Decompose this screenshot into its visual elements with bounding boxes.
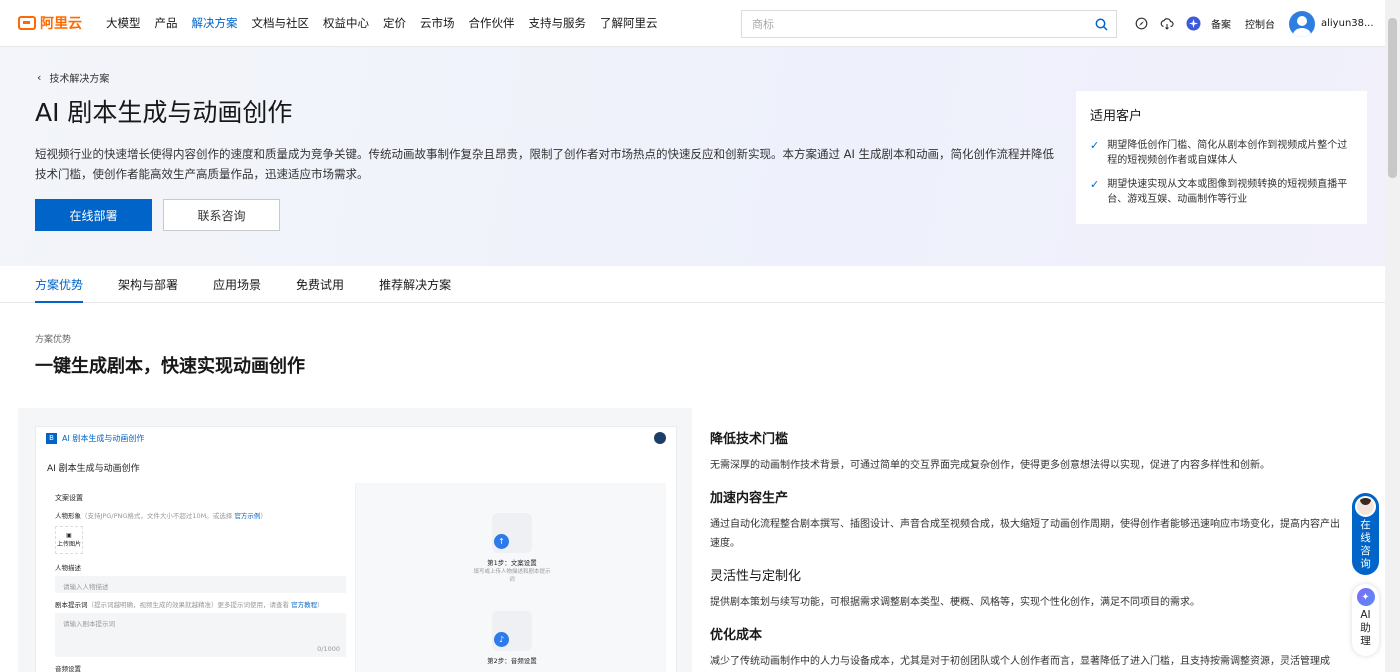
online-consult-label: 在线咨询 (1360, 519, 1371, 570)
agent-avatar-icon (1355, 496, 1376, 517)
tab-free-trial[interactable]: 免费试用 (296, 266, 344, 302)
feature-title: 降低技术门槛 (710, 432, 789, 447)
ai-sparkle-icon[interactable] (1185, 16, 1201, 32)
page-title: AI 剧本生成与动画创作 (35, 98, 293, 127)
desc-field-label: 人物描述 (55, 564, 81, 572)
nav-item-solutions[interactable]: 解决方案 (192, 15, 238, 31)
search-box (741, 10, 1117, 38)
app-heading: AI 剧本生成与动画创作 (47, 464, 140, 474)
app-screenshot: B AI 剧本生成与动画创作 AI 剧本生成与动画创作 文案设置 人物形象（支持… (35, 426, 677, 672)
nav-item-partners[interactable]: 合作伙伴 (469, 15, 515, 31)
hero-description: 短视频行业的快速增长使得内容创作的速度和质量成为竞争关键。传统动画故事制作复杂且… (35, 147, 1055, 181)
feature-title: 优化成本 (710, 628, 763, 643)
cloud-sync-icon[interactable] (1159, 16, 1175, 32)
app-titlebar: B AI 剧本生成与动画创作 (36, 427, 676, 449)
online-consult-button[interactable]: 在线咨询 (1352, 493, 1379, 575)
nav-item-products[interactable]: 产品 (155, 15, 178, 31)
nav-item-benefits[interactable]: 权益中心 (323, 15, 369, 31)
nav-item-pricing[interactable]: 定价 (383, 15, 406, 31)
console-link[interactable]: 控制台 (1245, 16, 1275, 31)
scrollbar-thumb[interactable] (1388, 18, 1397, 178)
form-title: 文案设置 (55, 494, 83, 502)
breadcrumb-label: 技术解决方案 (49, 74, 110, 85)
nav-item-models[interactable]: 大模型 (106, 15, 141, 31)
customer-text: 期望降低创作门槛、简化从剧本创作到视频成片整个过程的短视频创作者或自媒体人 (1107, 140, 1348, 166)
breadcrumb[interactable]: ‹ 技术解决方案 (37, 70, 109, 85)
char-counter: 0/1000 (317, 645, 340, 653)
nav-item-support[interactable]: 支持与服务 (529, 15, 587, 31)
feature-title: 灵活性与定制化 (710, 569, 802, 584)
tab-architecture[interactable]: 架构与部署 (118, 266, 178, 302)
nav-item-docs[interactable]: 文档与社区 (252, 15, 310, 31)
ai-assistant-button[interactable]: ✦ AI 助理 (1352, 584, 1379, 656)
step-2: ♪ 第2步：音频设置 (472, 611, 552, 665)
desc-input: 请输入人物描述 (55, 576, 346, 593)
feature-title: 加速内容生产 (710, 491, 789, 506)
tab-recommended[interactable]: 推荐解决方案 (379, 266, 451, 302)
section-label: 方案优势 (35, 335, 72, 345)
prompt-textarea: 请输入剧本提示词 0/1000 (55, 613, 346, 657)
feature-text: 减少了传统动画制作中的人力与设备成本，尤其是对于初创团队或个人创作者而言，显著降… (710, 656, 1330, 667)
app-name: AI 剧本生成与动画创作 (62, 433, 145, 443)
beian-link[interactable]: 备案 (1211, 16, 1231, 31)
avatar-field-label: 人物形象（支持JPG/PNG格式，文件大小不超过10M。或选择 官方示例） (55, 512, 267, 520)
image-icon: ▣ (66, 532, 72, 539)
section-tabs: 方案优势 架构与部署 应用场景 免费试用 推荐解决方案 (0, 266, 1385, 303)
logo-icon (18, 16, 36, 30)
features-list: 降低技术门槛 无需深厚的动画制作技术背景，可通过简单的交互界面完成复杂创作，使得… (692, 408, 1367, 672)
username[interactable]: aliyun38... (1321, 18, 1374, 29)
tab-advantages[interactable]: 方案优势 (35, 266, 84, 303)
check-icon: ✓ (1090, 178, 1100, 191)
compass-icon[interactable] (1133, 16, 1149, 32)
customer-item: ✓ 期望降低创作门槛、简化从剧本创作到视频成片整个过程的短视频创作者或自媒体人 (1090, 138, 1353, 168)
aliyun-logo[interactable]: 阿里云 (18, 13, 88, 33)
page-scrollbar[interactable] (1385, 0, 1400, 672)
nav-item-about[interactable]: 了解阿里云 (600, 15, 658, 31)
target-customers-card: 适用客户 ✓ 期望降低创作门槛、简化从剧本创作到视频成片整个过程的短视频创作者或… (1076, 91, 1367, 224)
deploy-button[interactable]: 在线部署 (35, 199, 152, 231)
customer-text: 期望快速实现从文本或图像到视频转换的短视频直播平台、游戏互娱、动画制作等行业 (1107, 179, 1348, 205)
section-title: 一键生成剧本，快速实现动画创作 (35, 356, 305, 377)
customer-item: ✓ 期望快速实现从文本或图像到视频转换的短视频直播平台、游戏互娱、动画制作等行业 (1090, 177, 1353, 207)
feature-text: 无需深厚的动画制作技术背景，可通过简单的交互界面完成复杂创作，使得更多创意想法得… (710, 460, 1270, 471)
upload-image-button: ▣ 上传图片 (55, 526, 83, 554)
feature-text: 提供剧本策划与续写功能，可根据需求调整剧本类型、梗概、风格等，实现个性化创作，满… (710, 597, 1200, 608)
app-form: 文案设置 人物形象（支持JPG/PNG格式，文件大小不超过10M。或选择 官方示… (46, 483, 356, 672)
feature-text: 通过自动化流程整合剧本撰写、插图设计、声音合成至视频合成，极大缩短了动画创作周期… (710, 519, 1340, 549)
hero-section: ‹ 技术解决方案 AI 剧本生成与动画创作 短视频行业的快速增长使得内容创作的速… (0, 47, 1385, 266)
audio-icon: ♪ (492, 611, 532, 651)
prompt-field-label: 剧本提示词（提示词越明确，视频生成的效果就越精准）更多提示词使用，请查看 官方教… (55, 601, 324, 609)
step-1: ↑ 第1步：文案设置 填写或上传人物描述和剧本提示词 (472, 513, 552, 583)
avatar[interactable] (1289, 10, 1315, 37)
contact-button[interactable]: 联系咨询 (163, 199, 280, 231)
nav-item-marketplace[interactable]: 云市场 (420, 15, 455, 31)
app-steps: ↑ 第1步：文案设置 填写或上传人物描述和剧本提示词 ♪ 第2步：音频设置 (356, 483, 666, 672)
search-icon[interactable] (1086, 11, 1116, 37)
top-navbar: 阿里云 大模型 产品 解决方案 文档与社区 权益中心 定价 云市场 合作伙伴 支… (0, 0, 1385, 47)
card-title: 适用客户 (1090, 109, 1143, 124)
main-nav: 大模型 产品 解决方案 文档与社区 权益中心 定价 云市场 合作伙伴 支持与服务… (106, 15, 672, 31)
ai-assistant-icon: ✦ (1356, 588, 1375, 606)
logo-text: 阿里云 (40, 16, 82, 32)
ai-assistant-label: AI 助理 (1360, 609, 1371, 647)
header-tools: 备案 控制台 aliyun38... (1133, 0, 1374, 47)
tab-scenarios[interactable]: 应用场景 (213, 266, 261, 302)
audio-field-label: 音频设置 (55, 665, 81, 672)
app-logo-icon: B (46, 432, 57, 444)
app-body: 文案设置 人物形象（支持JPG/PNG格式，文件大小不超过10M。或选择 官方示… (46, 483, 666, 672)
check-icon: ✓ (1090, 139, 1100, 152)
document-icon: ↑ (492, 513, 532, 553)
search-input[interactable] (742, 11, 1086, 37)
github-icon (654, 432, 666, 444)
chevron-left-icon: ‹ (37, 71, 42, 84)
